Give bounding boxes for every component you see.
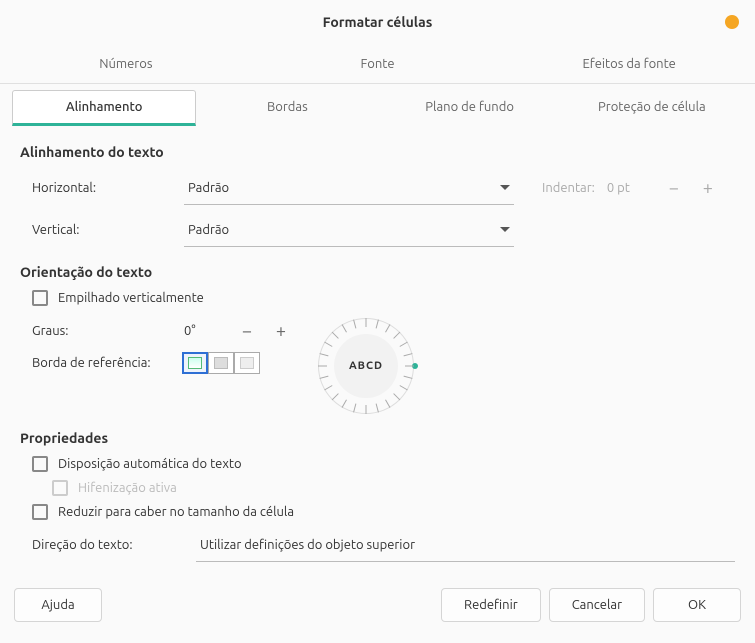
tab-numbers[interactable]: Números — [0, 44, 252, 83]
dial-tick-icon — [366, 318, 367, 327]
shrink-to-fit-checkbox[interactable] — [32, 504, 48, 520]
dial-text: ABCD — [334, 334, 398, 398]
indent-increase-button[interactable]: + — [697, 177, 719, 199]
dial-tick-icon — [405, 366, 414, 367]
tab-borders[interactable]: Bordas — [196, 90, 378, 126]
horizontal-value: Padrão — [188, 181, 494, 195]
ref-glyph-icon — [188, 357, 202, 369]
dialog-footer: Ajuda Redefinir Cancelar OK — [0, 581, 755, 643]
degrees-increase-button[interactable]: + — [270, 320, 292, 342]
ref-glyph-icon — [214, 357, 228, 369]
text-direction-label: Direção do texto: — [32, 538, 172, 552]
vertical-select[interactable]: Padrão — [184, 213, 514, 247]
window-title: Formatar células — [323, 14, 433, 30]
indent-value: 0 pt — [607, 181, 651, 195]
stacked-label: Empilhado verticalmente — [58, 291, 204, 305]
degrees-label: Graus: — [32, 324, 172, 338]
vertical-value: Padrão — [188, 223, 494, 237]
text-direction-value: Utilizar definições do objeto superior — [200, 538, 731, 552]
hyphenation-label: Hifenização ativa — [78, 481, 177, 495]
degrees-value[interactable]: 0° — [184, 324, 224, 339]
ok-button[interactable]: OK — [653, 588, 741, 622]
close-icon[interactable] — [725, 15, 739, 29]
tab-background[interactable]: Plano de fundo — [379, 90, 561, 126]
reference-edge-upper-button[interactable] — [208, 352, 234, 374]
section-text-alignment: Alinhamento do texto — [20, 144, 735, 160]
titlebar: Formatar células — [0, 0, 755, 44]
indent-decrease-button[interactable]: − — [663, 177, 685, 199]
reference-edge-lower-button[interactable] — [182, 352, 208, 374]
wrap-text-label: Disposição automática do texto — [58, 457, 242, 471]
tab-alignment[interactable]: Alinhamento — [12, 90, 196, 126]
text-direction-select[interactable]: Utilizar definições do objeto superior — [196, 528, 735, 562]
cancel-button[interactable]: Cancelar — [549, 588, 645, 622]
reset-button[interactable]: Redefinir — [441, 588, 541, 622]
chevron-down-icon — [500, 227, 510, 232]
hyphenation-checkbox — [52, 480, 68, 496]
indent-label: Indentar: — [542, 181, 595, 195]
ref-glyph-icon — [240, 357, 254, 369]
section-properties: Propriedades — [20, 430, 735, 446]
section-text-orientation: Orientação do texto — [20, 264, 735, 280]
tab-cell-protection[interactable]: Proteção de célula — [561, 90, 743, 126]
reference-edge-inside-button[interactable] — [234, 352, 260, 374]
vertical-label: Vertical: — [32, 223, 172, 237]
dial-tick-icon — [366, 405, 367, 414]
reference-edge-label: Borda de referência: — [32, 356, 172, 370]
tabs-lower: Alinhamento Bordas Plano de fundo Proteç… — [0, 84, 755, 126]
wrap-text-checkbox[interactable] — [32, 456, 48, 472]
stacked-checkbox[interactable] — [32, 290, 48, 306]
dial-tick-icon — [318, 366, 327, 367]
tabs-upper: Números Fonte Efeitos da fonte — [0, 44, 755, 84]
horizontal-label: Horizontal: — [32, 181, 172, 195]
horizontal-select[interactable]: Padrão — [184, 171, 514, 205]
tab-font[interactable]: Fonte — [252, 44, 504, 83]
help-button[interactable]: Ajuda — [14, 588, 102, 622]
shrink-to-fit-label: Reduzir para caber no tamanho da célula — [58, 505, 294, 519]
tab-font-effects[interactable]: Efeitos da fonte — [503, 44, 755, 83]
chevron-down-icon — [500, 185, 510, 190]
rotation-dial[interactable]: ABCD — [318, 318, 414, 414]
degrees-decrease-button[interactable]: − — [236, 320, 258, 342]
